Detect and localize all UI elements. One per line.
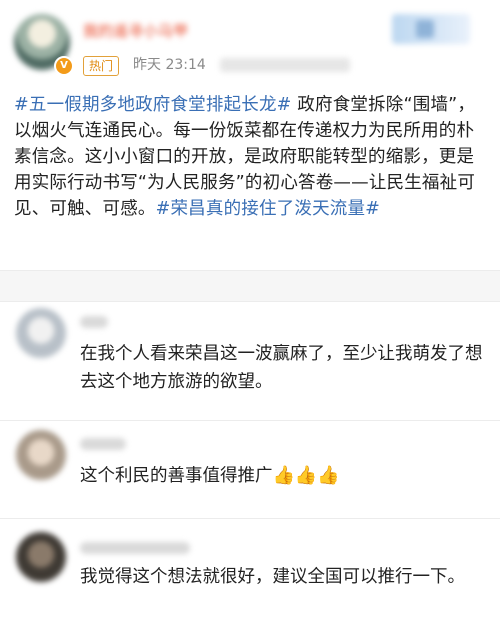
hashtag-link[interactable]: #荣昌真的接住了泼天流量# xyxy=(156,199,380,219)
divider xyxy=(0,518,500,519)
post-source xyxy=(220,58,350,72)
hashtag-link[interactable]: #五一假期多地政府食堂排起长龙# xyxy=(14,95,292,115)
hot-tag: 热门 xyxy=(83,56,120,76)
verified-badge-icon: V xyxy=(54,56,74,76)
post-timestamp: 昨天 23:14 xyxy=(133,57,206,73)
comment-text: 这个利民的善事值得推广👍👍👍 xyxy=(80,462,490,490)
thumbs-up-icon: 👍👍👍 xyxy=(272,465,340,486)
commenter-avatar[interactable] xyxy=(16,308,66,358)
commenter-name[interactable] xyxy=(80,438,126,450)
author-username[interactable]: 我的遥寻小马甲 xyxy=(83,22,263,40)
post-body: #五一假期多地政府食堂排起长龙# 政府食堂拆除“围墙”，以烟火气连通民心。每一份… xyxy=(14,92,486,222)
commenter-name[interactable] xyxy=(80,316,108,328)
commenter-avatar[interactable] xyxy=(16,532,66,582)
post-header: V 我的遥寻小马甲 热门 昨天 23:14 xyxy=(0,0,500,84)
divider xyxy=(0,301,500,302)
comment-text: 我觉得这个想法就很好，建议全国可以推行一下。 xyxy=(80,567,465,587)
commenter-avatar[interactable] xyxy=(16,430,66,480)
comment-text: 在我个人看来荣昌这一波赢麻了，至少让我萌发了想去这个地方旅游的欲望。 xyxy=(80,344,483,392)
commenter-name[interactable] xyxy=(80,542,190,554)
follow-button[interactable] xyxy=(392,14,470,44)
plus-icon xyxy=(416,20,434,38)
comment-text-content: 这个利民的善事值得推广 xyxy=(80,466,273,486)
divider xyxy=(0,420,500,421)
section-gap xyxy=(0,271,500,301)
